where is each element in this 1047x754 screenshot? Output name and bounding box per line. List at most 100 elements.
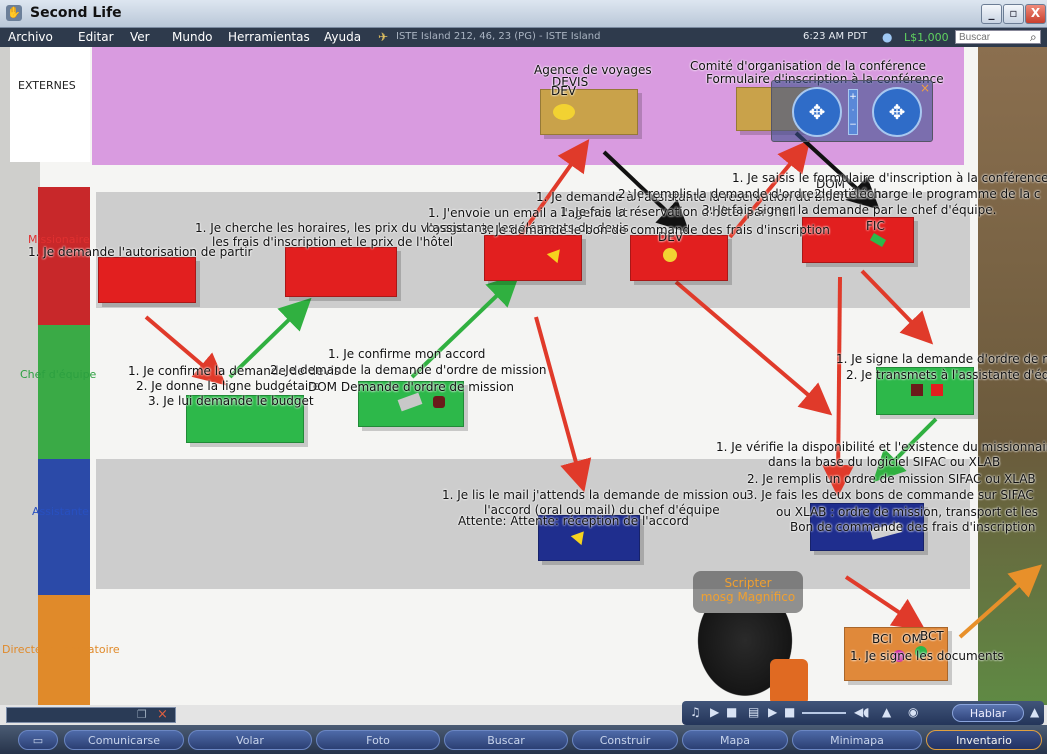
avatar-backpack [770, 659, 808, 705]
verifie-label: 1. Je vérifie la disponibilité et l'exis… [716, 440, 1047, 454]
dev-object [663, 248, 677, 262]
menu-archivo[interactable]: Archivo [8, 30, 53, 44]
minimapa-button[interactable]: Minimapa [792, 730, 922, 750]
mapa-button[interactable]: Mapa [682, 730, 788, 750]
comunicarse-button[interactable]: Comunicarse [64, 730, 184, 750]
missionaire-box-2[interactable] [285, 247, 397, 297]
window-title-bar[interactable]: ✋ Second Life _ ▫ X [0, 0, 1047, 28]
minimapa-label: Minimapa [830, 734, 884, 747]
telecharge-label: 2. Je télécharge le programme de la c [814, 187, 1041, 201]
play-media-icon[interactable]: ▶ [768, 705, 777, 719]
mapa-label: Mapa [720, 734, 750, 747]
location-text[interactable]: ISTE Island 212, 46, 23 (PG) - ISTE Isla… [396, 31, 600, 42]
dom-demande-label: DOM Demande d'ordre de mission [308, 380, 515, 394]
menu-mundo[interactable]: Mundo [172, 30, 213, 44]
media-controls: ♫ ▶ ■ ▤ ▶ ■ ◀◖ ▲ ◉ Hablar ▲ [682, 701, 1044, 725]
clock-text: 6:23 AM PDT [803, 31, 868, 42]
fic-label: FIC [866, 219, 885, 233]
volar-button[interactable]: Volar [188, 730, 312, 750]
menu-bar: Archivo Editar Ver Mundo Herramientas Ay… [0, 28, 1047, 47]
buscar-label: Buscar [487, 734, 525, 747]
pointer-icon-2 [570, 526, 590, 546]
hablar-expand-icon[interactable]: ▲ [1030, 705, 1039, 719]
close-chat-icon[interactable]: × [157, 707, 168, 722]
balance-text[interactable]: L$1,000 [904, 31, 949, 44]
chat-icon: ▭ [32, 734, 44, 747]
search-input[interactable] [955, 30, 1041, 44]
cube-object [433, 396, 445, 408]
bottom-toolbar: ▭ Comunicarse Volar Foto Buscar Construi… [0, 725, 1047, 754]
fic-object [869, 233, 887, 247]
close-button[interactable]: X [1025, 4, 1046, 24]
missionaire-box-1[interactable] [98, 257, 196, 303]
foto-button[interactable]: Foto [316, 730, 440, 750]
missionaire-box-3[interactable] [484, 235, 582, 281]
avatar-name-tag: Scripter mosg Magnifico [693, 571, 803, 613]
bct-label: BCT [920, 629, 944, 643]
volar-label: Volar [236, 734, 264, 747]
om-label: OM [902, 632, 922, 646]
chat-input[interactable]: ❐ × [6, 707, 176, 723]
chat-button[interactable]: ▭ [18, 730, 58, 750]
signe-demande-label: 1. Je signe la demande d'ordre de missi [836, 352, 1047, 366]
comunicarse-label: Comunicarse [88, 734, 160, 747]
bon-commande-frais-label: 3. Je demande le bon de commande des fra… [480, 223, 830, 237]
comite-label: Comité d'organisation de la conférence [690, 59, 927, 73]
cube-object-3 [931, 384, 943, 396]
construir-button[interactable]: Construir [572, 730, 678, 750]
cherche-horaires-label-1: 1. Je cherche les horaires, les prix du … [195, 221, 465, 235]
voice-icon[interactable]: ◉ [908, 705, 918, 719]
fais-signer-label: 3. Je fais signer la demande par le chef… [702, 203, 997, 217]
pointer-icon [546, 244, 566, 264]
zoom-slider[interactable]: + · − [848, 89, 858, 135]
demande-budget-label: 3. Je lui demande le budget [148, 394, 314, 408]
construir-label: Construir [599, 734, 651, 747]
bon-commande-label: Bon de commande des frais d'inscription [790, 520, 1036, 534]
agence-object [553, 104, 575, 120]
menu-editar[interactable]: Editar [78, 30, 114, 44]
play-music-icon[interactable]: ▶ [710, 705, 719, 719]
minimize-button[interactable]: _ [981, 4, 1002, 24]
menu-herramientas[interactable]: Herramientas [228, 30, 310, 44]
avatar-name-text: mosg Magnifico [700, 590, 796, 604]
stop-music-icon[interactable]: ■ [726, 705, 737, 719]
attente-label: Attente: Attente: réception de l'accord [458, 514, 689, 528]
restore-button[interactable]: ▫ [1003, 4, 1024, 24]
foto-label: Foto [366, 734, 390, 747]
saisis-formulaire-label: 1. Je saisis le formulaire d'inscription… [732, 171, 1047, 185]
remplis-ordre-label: 2. Je remplis un ordre de mission SIFAC … [747, 472, 1036, 486]
close-icon[interactable]: × [920, 81, 930, 95]
camera-controls[interactable]: ✥ + · − ✥ × [771, 80, 933, 142]
scripter-text: Scripter [724, 576, 772, 590]
buscar-button[interactable]: Buscar [444, 730, 568, 750]
world-view[interactable]: EXTERNES Missionaire Chef d'équipe Assis… [0, 47, 1047, 705]
second-life-hand-icon: ✋ [6, 5, 22, 21]
lis-mail-label: 1. Je lis le mail j'attends la demande d… [442, 488, 748, 502]
popout-icon[interactable]: ❐ [137, 708, 147, 721]
stop-media-icon[interactable]: ■ [784, 705, 795, 719]
fais-bons-label: 3. Je fais les deux bons de commande sur… [746, 488, 1034, 502]
signe-documents-label: 1. Je signe les documents [850, 649, 1004, 663]
ligne-budgetaire-label: 2. Je donne la ligne budgétaire [136, 379, 321, 393]
media-icon[interactable]: ▤ [748, 705, 759, 719]
volume-slider[interactable] [802, 712, 846, 714]
base-logiciel-label: dans la base du logiciel SIFAC ou XLAB [768, 455, 1001, 469]
menu-ver[interactable]: Ver [130, 30, 150, 44]
cube-object-2 [911, 384, 923, 396]
hablar-label: Hablar [969, 707, 1007, 720]
inventario-button[interactable]: Inventario [926, 730, 1042, 750]
volume-icon[interactable]: ◀◖ [854, 705, 870, 719]
bci-label: BCI [872, 632, 892, 646]
transmets-label: 2. Je transmets à l'assistante d'équ [846, 368, 1047, 382]
hablar-button[interactable]: Hablar [952, 704, 1024, 722]
pan-camera-icon[interactable]: ✥ [872, 87, 922, 137]
menu-ayuda[interactable]: Ayuda [324, 30, 361, 44]
expand-icon[interactable]: ▲ [882, 705, 891, 719]
location-icon[interactable]: ✈ [378, 30, 388, 44]
rotate-camera-icon[interactable]: ✥ [792, 87, 842, 137]
confirme-accord-label: 1. Je confirme mon accord [328, 347, 486, 361]
search-icon[interactable]: ⌕ [1030, 30, 1037, 45]
globe-icon: ● [882, 30, 893, 44]
music-icon[interactable]: ♫ [690, 705, 701, 719]
document-object [397, 392, 423, 412]
